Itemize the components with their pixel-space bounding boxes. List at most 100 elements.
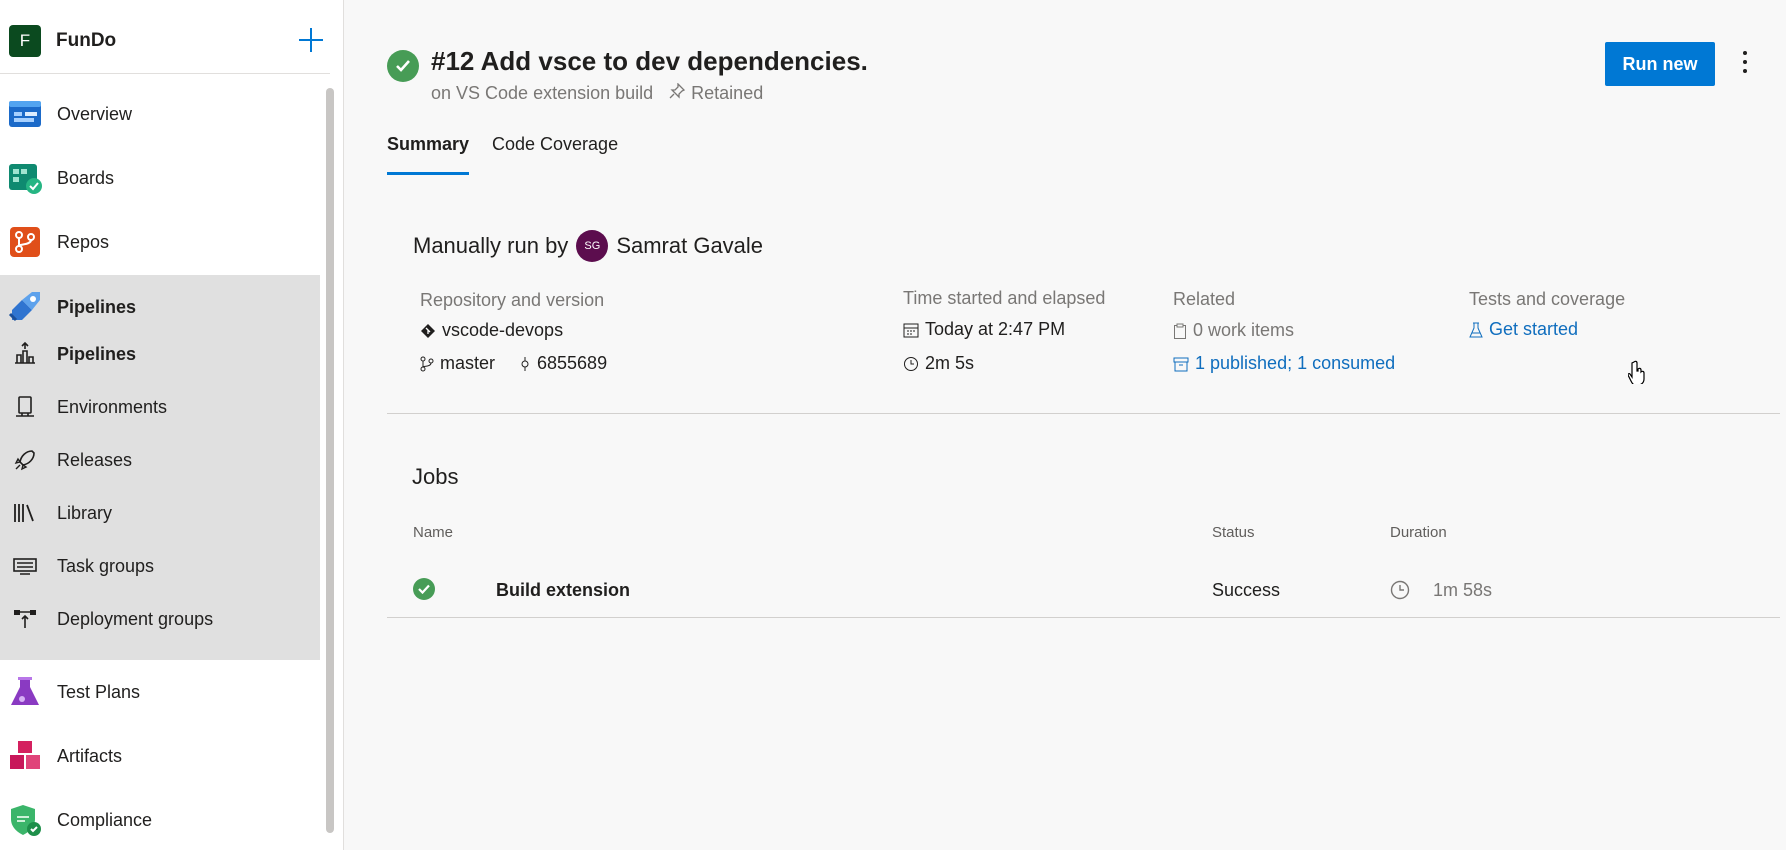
more-dot-icon (1743, 50, 1747, 55)
run-subtitle: on VS Code extension build Retained (431, 82, 764, 104)
retained-label: Retained (691, 83, 764, 103)
git-repo-icon (421, 323, 435, 338)
nav-item-test-plans[interactable]: Test Plans (0, 660, 320, 724)
run-title: #12 Add vsce to dev dependencies. (431, 46, 868, 76)
time-header: Time started and elapsed (903, 288, 1106, 308)
flask-icon (1469, 322, 1483, 337)
elapsed-label: 2m 5s (925, 353, 975, 373)
related-header: Related (1173, 289, 1236, 309)
pipelines-group: Pipelines Pipelines Environments Release… (0, 275, 320, 660)
sub-label-pipelines: Pipelines (57, 343, 137, 364)
sub-item-environments[interactable]: Environments (0, 381, 320, 433)
run-new-button[interactable]: Run new (1605, 42, 1715, 86)
get-started-link[interactable]: Get started (1469, 319, 1578, 340)
sub-item-pipelines[interactable]: Pipelines (0, 328, 320, 380)
sub-label-task-groups: Task groups (57, 555, 155, 576)
pipelines-sub-icon (12, 341, 38, 367)
jobs-col-status: Status (1212, 524, 1255, 541)
nav-item-compliance[interactable]: Compliance (0, 788, 320, 850)
sub-item-library[interactable]: Library (0, 487, 320, 539)
success-status-icon (387, 50, 419, 82)
deployment-groups-icon (12, 606, 38, 632)
nav-item-repos[interactable]: Repos (0, 210, 320, 274)
start-time: Today at 2:47 PM (903, 319, 1065, 340)
sidebar-scrollbar[interactable] (326, 88, 334, 833)
manual-run-line: Manually run by SG Samrat Gavale (413, 230, 763, 262)
pipelines-icon (8, 290, 42, 324)
job-name[interactable]: Build extension (496, 580, 630, 601)
job-duration-clock-icon (1390, 580, 1410, 605)
commit-label: 6855689 (537, 353, 608, 373)
artifacts-icon (8, 739, 42, 773)
artifacts-label: 1 published; 1 consumed (1195, 353, 1396, 373)
nav-label-boards: Boards (57, 167, 115, 188)
nav-label-artifacts: Artifacts (57, 745, 123, 766)
repo-header: Repository and version (420, 290, 605, 310)
pin-icon (669, 82, 686, 104)
main-content: #12 Add vsce to dev dependencies. on VS … (344, 0, 1786, 850)
manual-run-label: Manually run by (413, 233, 569, 258)
branch-icon (420, 356, 434, 371)
org-name[interactable]: FunDo (56, 30, 116, 52)
nav-label-overview: Overview (57, 103, 133, 124)
sub-item-releases[interactable]: Releases (0, 434, 320, 486)
branch-name[interactable]: master (420, 353, 495, 374)
more-actions-button[interactable] (1738, 48, 1752, 76)
artifact-box-icon (1173, 357, 1189, 371)
repos-icon (8, 225, 42, 259)
compliance-icon (8, 803, 42, 837)
test-plans-icon (8, 675, 42, 709)
sidebar: F FunDo Overview Boards Repos Pipelines … (0, 0, 344, 850)
sub-label-library: Library (57, 502, 113, 523)
tests-header: Tests and coverage (1469, 289, 1626, 309)
nav-label-test-plans: Test Plans (57, 681, 141, 702)
summary-card: Manually run by SG Samrat Gavale Reposit… (387, 190, 1780, 414)
clipboard-icon (1174, 323, 1186, 339)
start-time-label: Today at 2:47 PM (925, 319, 1066, 339)
job-status-icon (413, 578, 435, 605)
sub-label-environments: Environments (57, 396, 168, 417)
library-icon (12, 500, 38, 526)
artifacts-link[interactable]: 1 published; 1 consumed (1173, 353, 1395, 374)
jobs-col-name: Name (413, 524, 454, 541)
commit-id[interactable]: 6855689 (519, 353, 607, 374)
nav-item-boards[interactable]: Boards (0, 146, 320, 210)
boards-icon (8, 161, 42, 195)
repo-name[interactable]: vscode-devops (420, 320, 563, 341)
tab-summary[interactable]: Summary (387, 134, 470, 175)
sub-label-deployment-groups: Deployment groups (57, 608, 214, 629)
releases-icon (12, 447, 38, 473)
repo-label: vscode-devops (442, 320, 564, 340)
tab-code-coverage[interactable]: Code Coverage (492, 134, 618, 155)
hand-cursor-icon (1627, 360, 1646, 389)
org-header: F FunDo (0, 10, 330, 74)
pipeline-link[interactable]: on VS Code extension build (431, 83, 653, 104)
calendar-icon (903, 323, 919, 337)
branch-label: master (440, 353, 496, 373)
work-items-label: 0 work items (1193, 320, 1295, 340)
user-name: Samrat Gavale (616, 233, 764, 258)
clock-icon (904, 356, 918, 371)
new-project-button[interactable] (298, 27, 324, 53)
jobs-card: Jobs Name Status Duration Build extensio… (387, 440, 1780, 618)
work-items: 0 work items (1173, 320, 1294, 341)
nav-item-overview[interactable]: Overview (0, 82, 320, 146)
elapsed-time: 2m 5s (903, 353, 974, 374)
sub-label-releases: Releases (57, 449, 133, 470)
sub-item-task-groups[interactable]: Task groups (0, 540, 320, 592)
sub-item-deployment-groups[interactable]: Deployment groups (0, 593, 320, 645)
org-avatar[interactable]: F (9, 25, 41, 57)
jobs-col-duration: Duration (1390, 524, 1447, 541)
nav-label-repos: Repos (57, 231, 110, 252)
get-started-label: Get started (1489, 319, 1579, 339)
nav-label-compliance: Compliance (57, 809, 153, 830)
task-groups-icon (12, 553, 38, 579)
nav-label-pipelines: Pipelines (57, 296, 137, 317)
jobs-title: Jobs (412, 464, 459, 489)
more-dot-icon (1743, 59, 1747, 64)
job-status: Success (1212, 580, 1281, 600)
avatar: SG (576, 230, 609, 262)
job-duration: 1m 58s (1433, 580, 1493, 600)
nav-item-artifacts[interactable]: Artifacts (0, 724, 320, 788)
environments-icon (12, 394, 38, 420)
